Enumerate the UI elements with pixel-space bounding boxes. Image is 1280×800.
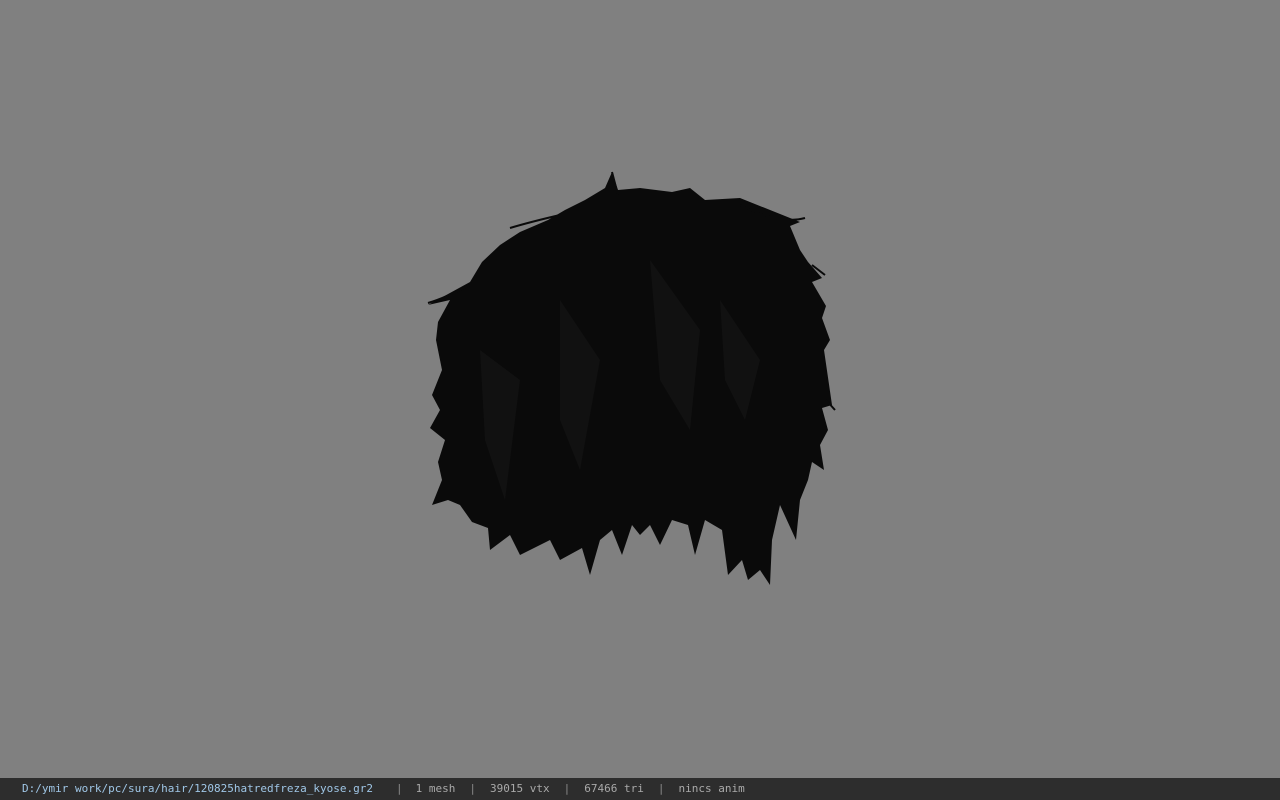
mesh-count: 1 mesh [415, 782, 456, 795]
file-path: D:/ymir work/pc/sura/hair/120825hatredfr… [22, 782, 373, 795]
triangle-count: 67466 tri [584, 782, 644, 795]
vertex-count: 39015 vtx [490, 782, 550, 795]
separator: | [396, 782, 403, 795]
separator: | [469, 782, 476, 795]
anim-status: nincs anim [678, 782, 745, 795]
separator: | [563, 782, 571, 795]
status-bar: D:/ymir work/pc/sura/hair/120825hatredfr… [0, 778, 1280, 800]
hair-model[interactable] [0, 0, 1280, 778]
separator: | [657, 782, 665, 795]
3d-viewport[interactable] [0, 0, 1280, 778]
